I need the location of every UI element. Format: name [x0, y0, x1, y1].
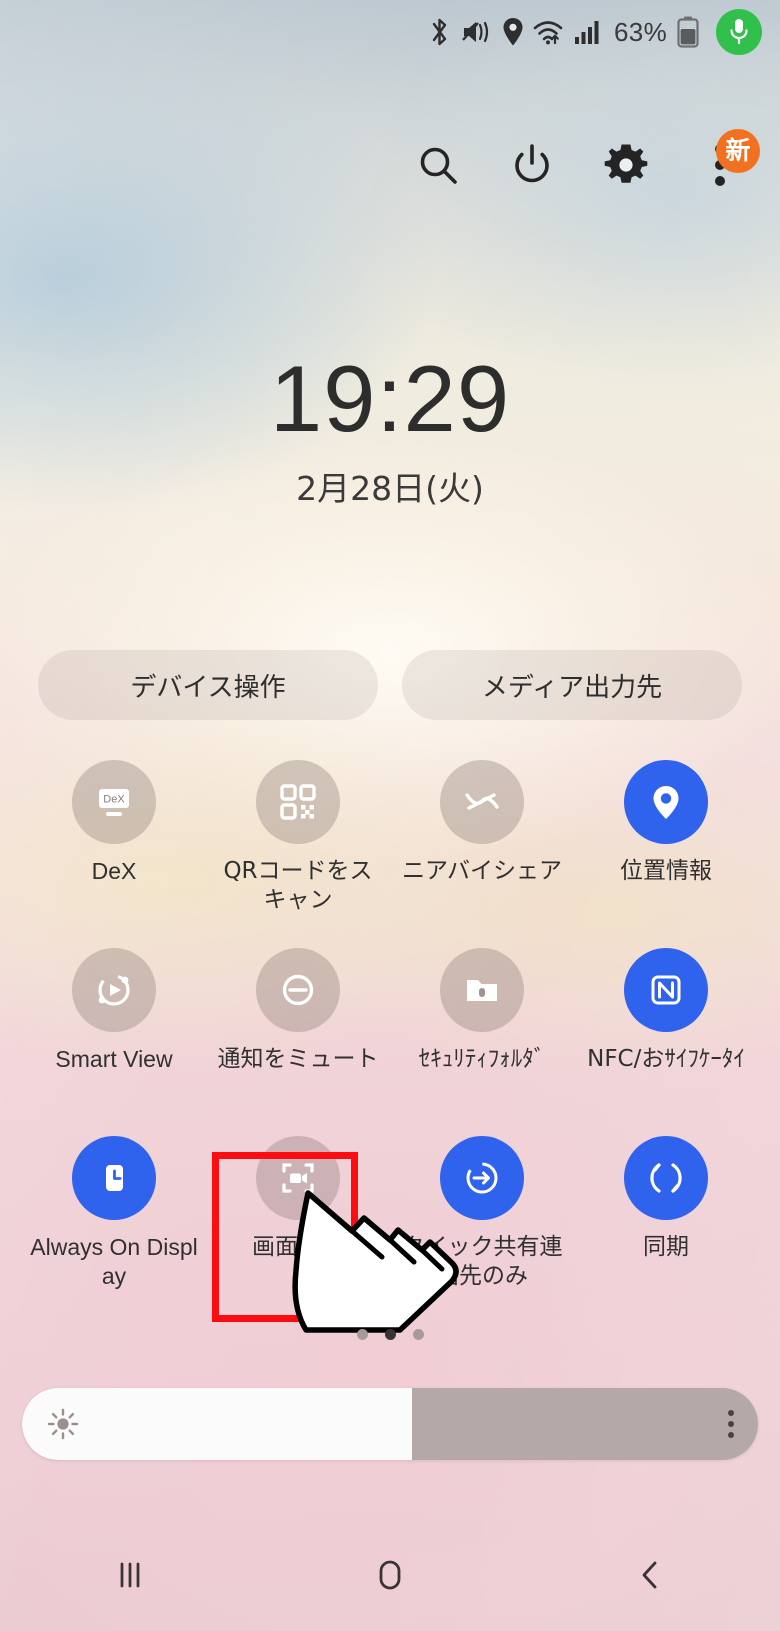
device-control-button[interactable]: デバイス操作 — [38, 650, 378, 720]
brightness-slider[interactable] — [22, 1388, 758, 1460]
tile-qr-scan[interactable]: QRコードをスキャン — [206, 760, 390, 948]
tile-label: ｾｷｭﾘﾃｨﾌｫﾙﾀﾞ — [418, 1046, 546, 1072]
lock-clock: 19:29 2月28日(火) — [0, 352, 780, 510]
tile-label: Smart View — [55, 1046, 173, 1072]
qr-code-icon — [256, 760, 340, 844]
tile-dex[interactable]: DeX DeX — [22, 760, 206, 948]
tile-nearby-share[interactable]: ニアバイシェア — [390, 760, 574, 948]
vibrate-icon — [461, 18, 493, 46]
tile-sync[interactable]: 同期 — [574, 1136, 758, 1324]
sync-icon — [624, 1136, 708, 1220]
svg-text:DeX: DeX — [103, 794, 125, 806]
brightness-slider-fill — [22, 1388, 413, 1460]
microphone-icon[interactable] — [716, 9, 762, 55]
gear-icon[interactable] — [600, 139, 652, 191]
wifi-icon — [533, 18, 565, 46]
tile-label: 位置情報 — [620, 858, 712, 884]
navigation-bar — [0, 1519, 780, 1631]
brightness-more-icon[interactable] — [728, 1410, 734, 1438]
clock-time: 19:29 — [269, 346, 511, 451]
tile-always-on-display[interactable]: Always On Display — [22, 1136, 206, 1324]
always-on-display-icon — [72, 1136, 156, 1220]
nearby-share-icon — [440, 760, 524, 844]
tile-label: QRコードをスキャン — [223, 858, 373, 914]
tile-row-2: Smart View 通知をミュート ｾｷｭﾘﾃｨﾌｫﾙﾀﾞ NFC/おｻｲﾌｹ… — [22, 948, 758, 1136]
media-output-button[interactable]: メディア出力先 — [402, 650, 742, 720]
back-button[interactable] — [590, 1535, 710, 1615]
tile-label: Always On Display — [30, 1234, 198, 1290]
recents-button[interactable] — [70, 1535, 190, 1615]
brightness-sun-icon — [46, 1407, 80, 1441]
more-vertical-icon[interactable]: 新 — [694, 129, 760, 191]
search-icon[interactable] — [412, 139, 464, 191]
nfc-icon — [624, 948, 708, 1032]
mute-notifications-icon — [256, 948, 340, 1032]
tile-label: 同期 — [643, 1234, 689, 1260]
tile-mute-notifications[interactable]: 通知をミュート — [206, 948, 390, 1136]
new-badge: 新 — [716, 129, 760, 173]
page-indicator[interactable] — [0, 1329, 780, 1340]
screen-record-icon — [256, 1136, 340, 1220]
tile-smart-view[interactable]: Smart View — [22, 948, 206, 1136]
tile-secure-folder[interactable]: ｾｷｭﾘﾃｨﾌｫﾙﾀﾞ — [390, 948, 574, 1136]
tile-label: 画面録画 — [252, 1234, 344, 1260]
tile-row-3: Always On Display 画面録画 クイック共有連絡先のみ 同期 — [22, 1136, 758, 1324]
tile-label: クイック共有連絡先のみ — [401, 1234, 563, 1290]
quick-share-icon — [440, 1136, 524, 1220]
page-dot[interactable] — [412, 1329, 424, 1340]
page-dot[interactable] — [356, 1329, 368, 1340]
tile-label: NFC/おｻｲﾌｹｰﾀｲ — [587, 1046, 745, 1072]
secure-folder-icon — [440, 948, 524, 1032]
smart-view-icon — [72, 948, 156, 1032]
bluetooth-icon — [428, 17, 452, 47]
dot — [728, 1421, 734, 1427]
battery-icon — [676, 16, 700, 48]
dot — [728, 1410, 734, 1416]
tile-label: DeX — [91, 858, 137, 884]
home-button[interactable] — [330, 1535, 450, 1615]
location-icon — [502, 17, 524, 47]
tile-location[interactable]: 位置情報 — [574, 760, 758, 948]
tile-label: 通知をミュート — [217, 1046, 379, 1072]
status-bar: 63% — [0, 0, 780, 64]
tile-row-1: DeX DeX QRコードをスキャン ニアバイシェア 位置情報 — [22, 760, 758, 948]
phone-screen: 63% 新 19:29 2月28日(火) デバイス操作 メディア出力先 DeX … — [0, 0, 780, 1631]
page-dot-active[interactable] — [384, 1329, 396, 1340]
tile-screen-record[interactable]: 画面録画 — [206, 1136, 390, 1324]
tile-label: ニアバイシェア — [401, 858, 563, 884]
battery-percent-label: 63% — [614, 16, 667, 47]
pill-button-row: デバイス操作 メディア出力先 — [38, 650, 742, 720]
dot — [728, 1432, 734, 1438]
tile-nfc[interactable]: NFC/おｻｲﾌｹｰﾀｲ — [574, 948, 758, 1136]
dex-icon: DeX — [72, 760, 156, 844]
quick-settings-grid: DeX DeX QRコードをスキャン ニアバイシェア 位置情報 Smart Vi… — [22, 760, 758, 1324]
clock-date: 2月28日(火) — [296, 469, 484, 508]
power-icon[interactable] — [506, 139, 558, 191]
location-pin-icon — [624, 760, 708, 844]
signal-icon — [574, 18, 602, 46]
tile-quick-share[interactable]: クイック共有連絡先のみ — [390, 1136, 574, 1324]
quick-panel-header: 新 — [0, 128, 780, 202]
